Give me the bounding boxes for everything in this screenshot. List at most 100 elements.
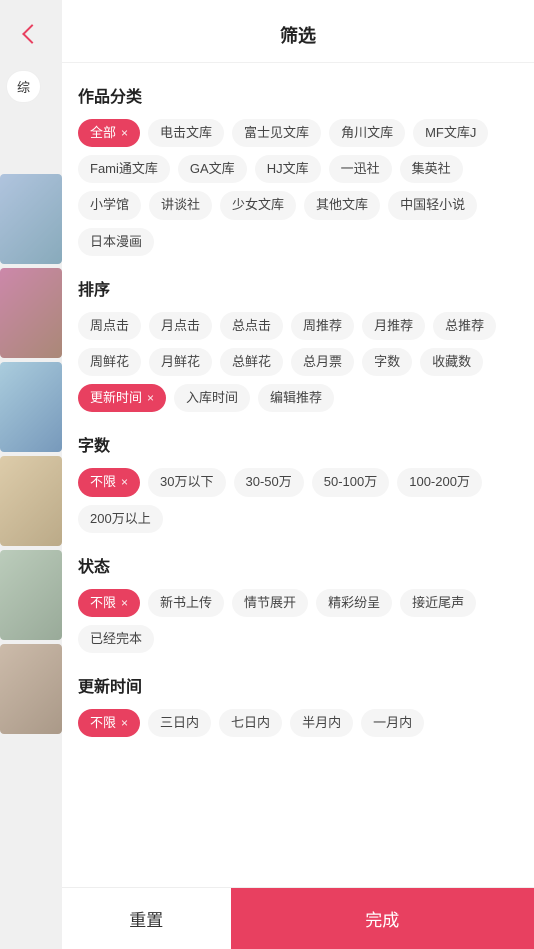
sidebar-images — [0, 110, 62, 738]
tag-wordcount-3[interactable]: 50-100万 — [312, 468, 389, 496]
tag-update_time-3[interactable]: 半月内 — [290, 709, 353, 737]
tag-category-11[interactable]: 讲谈社 — [149, 191, 212, 219]
tag-wordcount-5[interactable]: 200万以上 — [78, 505, 163, 533]
tag-category-15[interactable]: 日本漫画 — [78, 228, 154, 256]
tag-label-sort-12: 更新时间 — [90, 389, 142, 407]
back-arrow-icon — [22, 24, 42, 44]
tag-label-wordcount-3: 50-100万 — [324, 474, 377, 489]
section-title-category: 作品分类 — [78, 83, 518, 107]
page-wrapper: 综 筛选 作品分类全部×电击文库富士见文库角川文库MF文库JFami通文库GA文… — [0, 0, 534, 949]
section-title-status: 状态 — [78, 553, 518, 577]
book-cover-6 — [0, 644, 62, 734]
sidebar-tab[interactable]: 综 — [6, 70, 41, 103]
tags-row-update_time: 不限× 三日内 七日内 半月内 一月内 — [78, 709, 518, 737]
tag-wordcount-2[interactable]: 30-50万 — [234, 468, 304, 496]
tag-update_time-1[interactable]: 三日内 — [148, 709, 211, 737]
tag-update_time-4[interactable]: 一月内 — [361, 709, 424, 737]
confirm-button[interactable]: 完成 — [231, 888, 534, 949]
tag-category-1[interactable]: 电击文库 — [148, 119, 224, 147]
tag-label-category-14: 中国轻小说 — [400, 197, 465, 212]
tag-sort-4[interactable]: 月推荐 — [362, 312, 425, 340]
tag-label-sort-5: 总推荐 — [445, 318, 484, 333]
tag-label-wordcount-2: 30-50万 — [246, 474, 292, 489]
tag-label-category-13: 其他文库 — [316, 197, 368, 212]
tag-wordcount-0[interactable]: 不限 × — [78, 468, 140, 496]
tag-label-sort-1: 月点击 — [161, 318, 200, 333]
tag-category-2[interactable]: 富士见文库 — [232, 119, 321, 147]
tag-label-category-0: 全部 — [90, 124, 116, 142]
tag-label-sort-8: 总鲜花 — [232, 354, 271, 369]
panel-title: 筛选 — [62, 0, 534, 63]
tag-category-10[interactable]: 小学馆 — [78, 191, 141, 219]
tag-status-5[interactable]: 已经完本 — [78, 625, 154, 653]
tags-row-category: 全部× 电击文库富士见文库 角川文库 MF文库J Fami通文库 GA文库 HJ文库 一迅社 集… — [78, 119, 518, 256]
tag-label-sort-4: 月推荐 — [374, 318, 413, 333]
tags-row-status: 不限× 新书上传 情节展开 精彩纷呈 接近尾声已经完本 — [78, 589, 518, 653]
tag-label-category-11: 讲谈社 — [161, 197, 200, 212]
tag-category-6[interactable]: GA文库 — [178, 155, 247, 183]
section-category: 作品分类全部× 电击文库富士见文库 角川文库 MF文库J Fami通文库 GA文库 HJ文库… — [78, 83, 518, 256]
tag-category-12[interactable]: 少女文库 — [220, 191, 296, 219]
tag-label-update_time-1: 三日内 — [160, 715, 199, 730]
tag-category-0[interactable]: 全部× — [78, 119, 140, 147]
tag-label-category-7: HJ文库 — [267, 161, 309, 176]
tag-label-sort-6: 周鲜花 — [90, 354, 129, 369]
tag-wordcount-1[interactable]: 30万以下 — [148, 468, 225, 496]
tag-sort-6[interactable]: 周鲜花 — [78, 348, 141, 376]
bottom-bar: 重置 完成 — [62, 887, 534, 949]
tag-sort-12[interactable]: 更新时间× — [78, 384, 166, 412]
tag-sort-5[interactable]: 总推荐 — [433, 312, 496, 340]
tag-label-category-3: 角川文库 — [341, 125, 393, 140]
tag-close-icon-status-0: × — [121, 597, 128, 609]
tag-sort-7[interactable]: 月鲜花 — [149, 348, 212, 376]
tag-update_time-0[interactable]: 不限× — [78, 709, 140, 737]
tag-label-sort-14: 编辑推荐 — [270, 390, 322, 405]
tag-label-update_time-2: 七日内 — [231, 715, 270, 730]
tag-category-13[interactable]: 其他文库 — [304, 191, 380, 219]
tag-sort-11[interactable]: 收藏数 — [420, 348, 483, 376]
tag-sort-9[interactable]: 总月票 — [291, 348, 354, 376]
book-cover-5 — [0, 550, 62, 640]
tag-label-category-6: GA文库 — [190, 161, 235, 176]
section-update_time: 更新时间不限×三日内七日内半月内一月内 — [78, 673, 518, 737]
tag-label-category-15: 日本漫画 — [90, 234, 142, 249]
tag-wordcount-4[interactable]: 100-200万 — [397, 468, 482, 496]
tag-category-7[interactable]: HJ文库 — [255, 155, 321, 183]
tag-label-status-3: 精彩纷呈 — [328, 595, 380, 610]
tag-sort-2[interactable]: 总点击 — [220, 312, 283, 340]
tag-sort-13[interactable]: 入库时间 — [174, 384, 250, 412]
tag-close-icon-wordcount-0: × — [121, 476, 128, 488]
reset-button[interactable]: 重置 — [62, 888, 231, 949]
tag-sort-8[interactable]: 总鲜花 — [220, 348, 283, 376]
tag-category-5[interactable]: Fami通文库 — [78, 155, 170, 183]
tag-category-14[interactable]: 中国轻小说 — [388, 191, 477, 219]
tag-status-2[interactable]: 情节展开 — [232, 589, 308, 617]
back-button[interactable] — [18, 20, 46, 48]
filter-panel: 筛选 作品分类全部×电击文库富士见文库角川文库MF文库JFami通文库GA文库H… — [62, 0, 534, 949]
tag-sort-3[interactable]: 周推荐 — [291, 312, 354, 340]
tag-label-update_time-3: 半月内 — [302, 715, 341, 730]
book-cover-3 — [0, 362, 62, 452]
tag-sort-1[interactable]: 月点击 — [149, 312, 212, 340]
tag-sort-14[interactable]: 编辑推荐 — [258, 384, 334, 412]
tag-label-sort-9: 总月票 — [303, 354, 342, 369]
tag-category-4[interactable]: MF文库J — [413, 119, 488, 147]
tag-sort-0[interactable]: 周点击 — [78, 312, 141, 340]
tag-status-3[interactable]: 精彩纷呈 — [316, 589, 392, 617]
section-sort: 排序周点击 月点击 总点击周推荐 月推荐 总推荐周鲜花 月鲜花 总鲜花 总月票 字数收藏数更新时… — [78, 276, 518, 413]
tag-label-category-5: Fami通文库 — [90, 161, 158, 176]
tag-status-1[interactable]: 新书上传 — [148, 589, 224, 617]
section-title-sort: 排序 — [78, 276, 518, 300]
tag-status-0[interactable]: 不限× — [78, 589, 140, 617]
tag-sort-10[interactable]: 字数 — [362, 348, 412, 376]
tag-label-status-1: 新书上传 — [160, 595, 212, 610]
tag-category-3[interactable]: 角川文库 — [329, 119, 405, 147]
tag-label-category-9: 集英社 — [412, 161, 451, 176]
section-wordcount: 字数不限×30万以下30-50万50-100万100-200万200万以上 — [78, 432, 518, 532]
tag-category-9[interactable]: 集英社 — [400, 155, 463, 183]
tag-status-4[interactable]: 接近尾声 — [400, 589, 476, 617]
tag-category-8[interactable]: 一迅社 — [329, 155, 392, 183]
book-cover-2 — [0, 268, 62, 358]
tag-update_time-2[interactable]: 七日内 — [219, 709, 282, 737]
tag-label-wordcount-0: 不限 — [90, 473, 116, 491]
